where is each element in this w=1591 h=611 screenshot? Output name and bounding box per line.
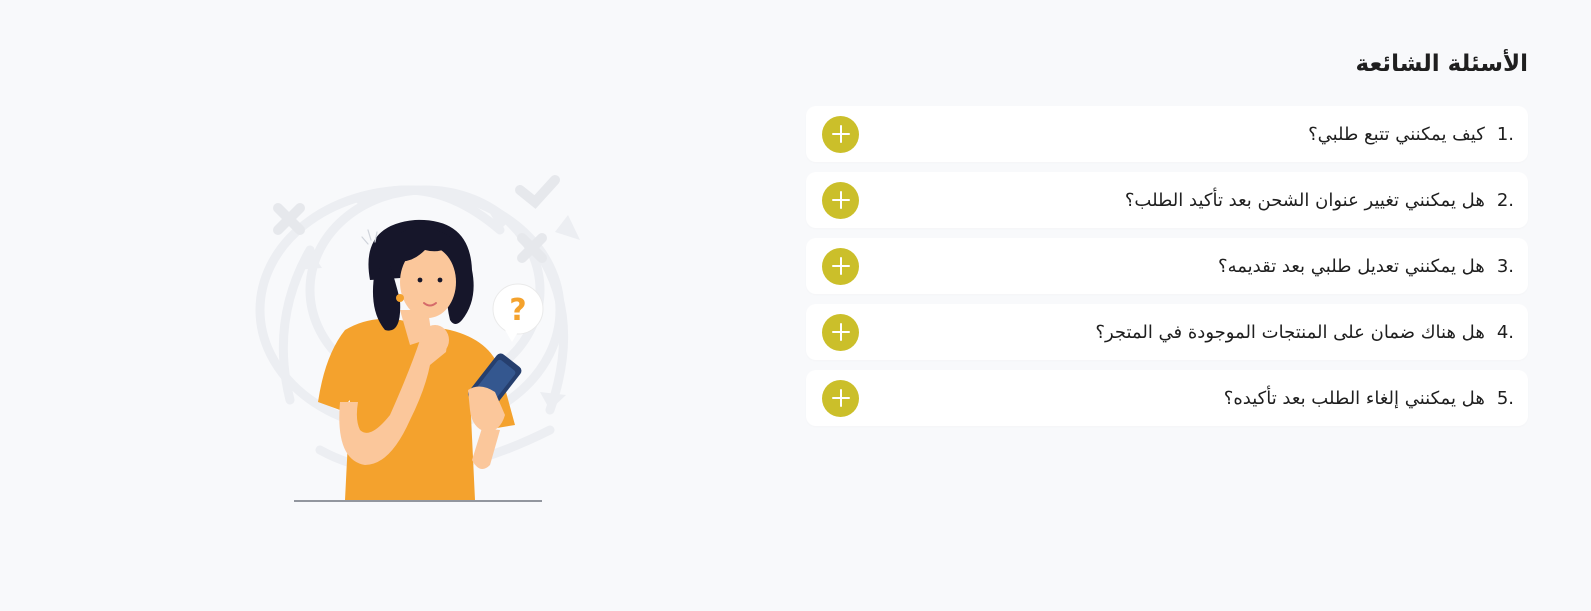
- faq-title: الأسئلة الشائعة: [1355, 51, 1529, 77]
- question-bubble-icon: ?: [492, 283, 544, 342]
- faq-question-text: هل هناك ضمان على المنتجات الموجودة في ال…: [1095, 321, 1485, 343]
- expand-plus-icon[interactable]: [822, 313, 859, 351]
- thinking-lines-icon: [361, 229, 378, 245]
- faq-section: الأسئلة الشائعة 1. كيف يمكنني تتبع طلبي؟…: [806, 46, 1528, 436]
- faq-question-text: كيف يمكنني تتبع طلبي؟: [1308, 123, 1485, 145]
- faq-question-text: هل يمكنني تغيير عنوان الشحن بعد تأكيد ال…: [1124, 189, 1485, 211]
- question-mark-symbol: ?: [509, 293, 526, 328]
- faq-illustration: ?: [250, 170, 600, 515]
- expand-plus-icon[interactable]: [822, 115, 859, 153]
- expand-plus-icon[interactable]: [822, 181, 859, 219]
- faq-question-text: هل يمكنني إلغاء الطلب بعد تأكيده؟: [1223, 387, 1485, 409]
- faq-number: 5.: [1496, 387, 1514, 409]
- faq-item-4[interactable]: 4. هل هناك ضمان على المنتجات الموجودة في…: [806, 304, 1528, 360]
- faq-number: 2.: [1496, 189, 1514, 211]
- faq-question: 5. هل يمكنني إلغاء الطلب بعد تأكيده؟: [1224, 388, 1514, 409]
- faq-number: 3.: [1496, 255, 1514, 277]
- faq-item-2[interactable]: 2. هل يمكنني تغيير عنوان الشحن بعد تأكيد…: [806, 172, 1528, 228]
- check-mark-icon: [515, 175, 560, 209]
- faq-number: 1.: [1496, 123, 1514, 145]
- head-shape: [368, 219, 474, 331]
- faq-page: ? الأسئلة الشائعة 1. كيف يمكنني تتبع طلب…: [0, 0, 1591, 611]
- expand-plus-icon[interactable]: [822, 247, 859, 285]
- faq-question-text: هل يمكنني تعديل طلبي بعد تقديمه؟: [1218, 255, 1485, 277]
- expand-plus-icon[interactable]: [822, 379, 859, 417]
- faq-question: 1. كيف يمكنني تتبع طلبي؟: [1308, 124, 1514, 145]
- faq-item-5[interactable]: 5. هل يمكنني إلغاء الطلب بعد تأكيده؟: [806, 370, 1528, 426]
- faq-item-3[interactable]: 3. هل يمكنني تعديل طلبي بعد تقديمه؟: [806, 238, 1528, 294]
- faq-question: 3. هل يمكنني تعديل طلبي بعد تقديمه؟: [1218, 256, 1514, 277]
- faq-question: 4. هل هناك ضمان على المنتجات الموجودة في…: [1095, 322, 1514, 343]
- faq-item-1[interactable]: 1. كيف يمكنني تتبع طلبي؟: [806, 106, 1528, 162]
- faq-number: 4.: [1496, 321, 1514, 343]
- faq-question: 2. هل يمكنني تغيير عنوان الشحن بعد تأكيد…: [1125, 190, 1514, 211]
